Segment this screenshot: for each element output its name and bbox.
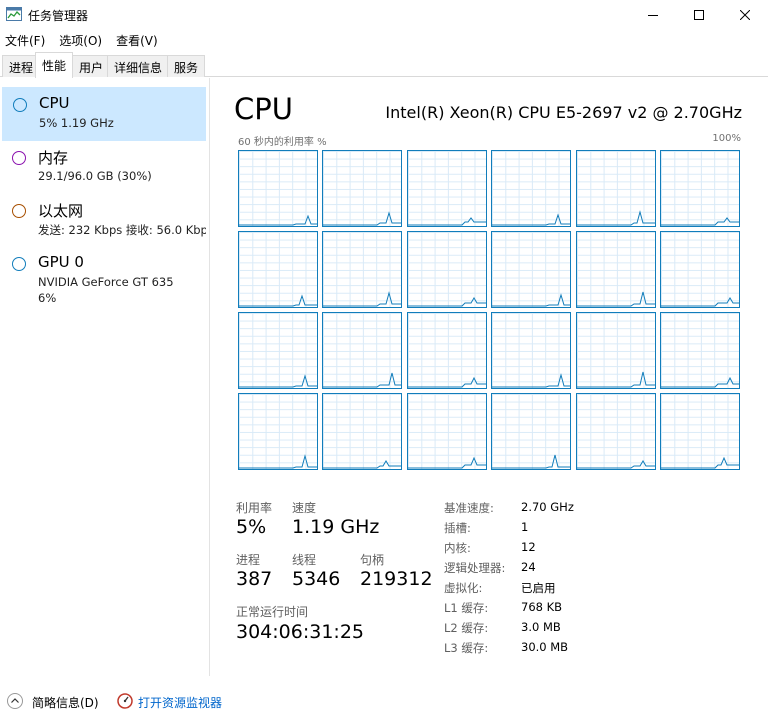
handles-value: 219312 xyxy=(360,568,433,590)
chevron-up-icon xyxy=(11,698,19,703)
spec-label: 基准速度: xyxy=(444,501,494,515)
core-utilization-graph xyxy=(322,393,403,470)
spec-value: 12 xyxy=(521,540,536,554)
sidebar-item-ethernet[interactable]: 以太网 发送: 232 Kbps 接收: 56.0 Kbps xyxy=(2,194,206,248)
core-utilization-graph xyxy=(660,312,740,389)
core-utilization-graph xyxy=(575,150,656,227)
core-utilization-graph xyxy=(322,150,403,227)
core-utilization-graph xyxy=(575,393,656,470)
core-utilization-graph xyxy=(491,150,572,227)
menu-view[interactable]: 查看(V) xyxy=(111,30,163,50)
sidebar-item-title: 以太网 xyxy=(38,202,84,220)
page-title: CPU xyxy=(234,92,293,126)
core-utilization-graph xyxy=(406,231,487,308)
spec-label: 逻辑处理器: xyxy=(444,561,506,575)
tab-services[interactable]: 服务 xyxy=(167,55,206,77)
resource-monitor-icon xyxy=(117,693,133,709)
window-title: 任务管理器 xyxy=(28,9,89,23)
utilization-label: 利用率 xyxy=(236,501,273,515)
tab-details[interactable]: 详细信息 xyxy=(107,55,170,77)
core-utilization-graph xyxy=(660,150,740,227)
minimize-icon xyxy=(648,15,658,16)
spec-label: 虚拟化: xyxy=(444,581,483,595)
core-utilization-graph xyxy=(406,393,487,470)
footer-bar: 简略信息(D) 打开资源监视器 xyxy=(0,686,768,716)
core-utilization-graph xyxy=(491,231,572,308)
core-utilization-graph xyxy=(322,231,403,308)
sidebar-item-detail: 5% 1.19 GHz xyxy=(39,116,114,130)
spec-value: 30.0 MB xyxy=(521,640,569,654)
close-button[interactable] xyxy=(722,0,768,30)
core-utilization-graph xyxy=(491,312,572,389)
threads-label: 线程 xyxy=(292,553,317,567)
tab-performance[interactable]: 性能 xyxy=(35,52,74,78)
sidebar-item-detail: 发送: 232 Kbps 接收: 56.0 Kbps xyxy=(38,223,206,237)
speed-label: 速度 xyxy=(292,501,317,515)
ethernet-mini-graph-icon xyxy=(12,204,26,218)
processes-label: 进程 xyxy=(236,553,261,567)
core-utilization-graph xyxy=(238,312,318,389)
sidebar-item-cpu[interactable]: CPU 5% 1.19 GHz xyxy=(2,87,206,141)
threads-value: 5346 xyxy=(292,568,341,590)
fewer-details-label[interactable]: 简略信息(D) xyxy=(32,694,99,711)
spec-value: 24 xyxy=(521,560,536,574)
memory-mini-graph-icon xyxy=(12,151,26,165)
sidebar-item-title: GPU 0 xyxy=(38,253,84,271)
core-utilization-graph xyxy=(406,150,487,227)
uptime-value: 304:06:31:25 xyxy=(236,621,364,643)
core-utilization-graph xyxy=(322,312,403,389)
sidebar-item-title: 内存 xyxy=(38,149,69,167)
sidebar-item-detail: NVIDIA GeForce GT 635 xyxy=(38,275,174,289)
spec-label: L2 缓存: xyxy=(444,621,489,635)
fewer-details-button[interactable] xyxy=(7,693,23,709)
tab-users[interactable]: 用户 xyxy=(72,55,111,77)
task-manager-icon xyxy=(6,7,22,21)
spec-value: 768 KB xyxy=(521,600,563,614)
resource-sidebar: CPU 5% 1.19 GHz 内存 29.1/96.0 GB (30%) 以太… xyxy=(0,78,210,676)
minimize-button[interactable] xyxy=(630,0,676,30)
core-utilization-graph xyxy=(238,393,318,470)
close-icon xyxy=(740,10,750,20)
core-utilization-graph xyxy=(660,231,740,308)
maximize-button[interactable] xyxy=(676,0,722,30)
core-utilization-graph xyxy=(491,393,572,470)
gpu-mini-graph-icon xyxy=(12,257,26,271)
uptime-label: 正常运行时间 xyxy=(236,605,309,619)
sidebar-item-title: CPU xyxy=(39,94,70,112)
utilization-value: 5% xyxy=(236,516,267,538)
menu-file[interactable]: 文件(F) xyxy=(0,30,50,50)
core-utilization-graph xyxy=(660,393,740,470)
tab-strip: 进程 性能 用户 详细信息 服务 xyxy=(0,52,768,78)
spec-value: 已启用 xyxy=(521,581,556,595)
core-utilization-graph xyxy=(238,150,318,227)
core-utilization-graph xyxy=(575,312,656,389)
spec-value: 3.0 MB xyxy=(521,620,561,634)
spec-label: 插槽: xyxy=(444,521,471,535)
sidebar-item-detail: 29.1/96.0 GB (30%) xyxy=(38,169,152,183)
menu-options[interactable]: 选项(O) xyxy=(54,30,107,50)
processes-value: 387 xyxy=(236,568,273,590)
spec-label: L3 缓存: xyxy=(444,641,489,655)
sidebar-item-gpu[interactable]: GPU 0 NVIDIA GeForce GT 635 6% xyxy=(2,247,206,307)
speed-value: 1.19 GHz xyxy=(292,516,380,538)
cpu-model-name: Intel(R) Xeon(R) CPU E5-2697 v2 @ 2.70GH… xyxy=(385,103,742,122)
core-utilization-graph xyxy=(238,231,318,308)
sidebar-item-usage: 6% xyxy=(38,291,57,305)
spec-label: 内核: xyxy=(444,541,471,555)
handles-label: 句柄 xyxy=(360,553,385,567)
core-utilization-graph xyxy=(406,312,487,389)
graph-max-label: 100% xyxy=(712,133,741,144)
core-utilization-graph xyxy=(575,231,656,308)
cpu-mini-graph-icon xyxy=(13,98,27,112)
sidebar-item-memory[interactable]: 内存 29.1/96.0 GB (30%) xyxy=(2,141,206,195)
title-bar: 任务管理器 xyxy=(0,0,768,30)
menu-bar: 文件(F) 选项(O) 查看(V) xyxy=(0,30,768,50)
maximize-icon xyxy=(694,10,704,20)
graph-caption: 60 秒内的利用率 % xyxy=(238,137,327,148)
spec-value: 2.70 GHz xyxy=(521,500,574,514)
spec-value: 1 xyxy=(521,520,529,534)
spec-label: L1 缓存: xyxy=(444,601,489,615)
open-resource-monitor-link[interactable]: 打开资源监视器 xyxy=(138,694,222,711)
